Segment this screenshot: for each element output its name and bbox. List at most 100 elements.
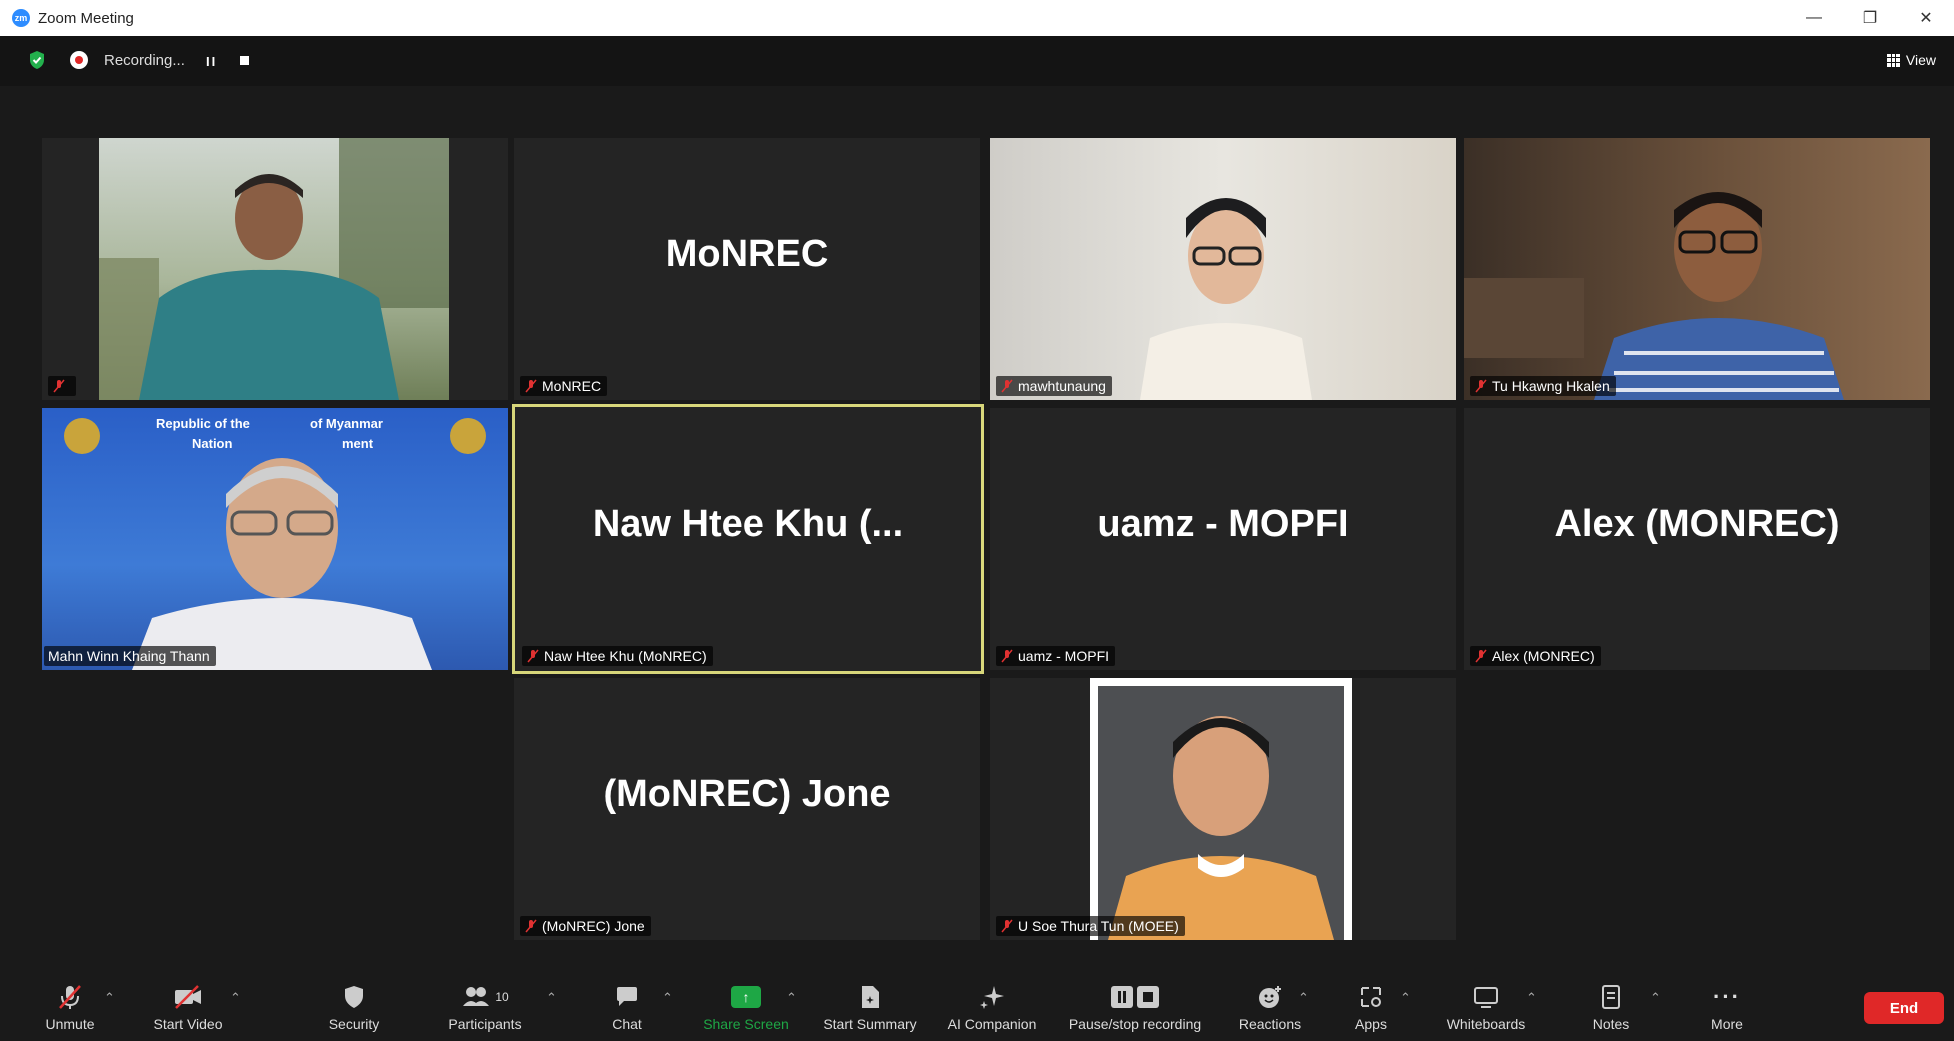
- participant-label-text: mawhtunaung: [1018, 378, 1106, 394]
- more-dots-icon: ···: [1713, 984, 1741, 1009]
- ai-companion-label: AI Companion: [947, 1016, 1037, 1032]
- participant-tile-9[interactable]: (MoNREC) Jone (MoNREC) Jone: [514, 678, 980, 940]
- unmute-label: Unmute: [45, 1016, 95, 1032]
- security-button[interactable]: Security: [322, 982, 386, 1032]
- more-button[interactable]: ··· More: [1702, 982, 1752, 1032]
- reactions-options-chevron-icon[interactable]: ⌃: [1298, 990, 1309, 1006]
- participant-tile-7[interactable]: uamz - MOPFI uamz - MOPFI: [990, 408, 1456, 670]
- chat-button[interactable]: Chat: [600, 982, 654, 1032]
- view-label: View: [1905, 52, 1936, 68]
- summary-document-icon: [859, 982, 881, 1012]
- participant-tile-6[interactable]: Naw Htee Khu (... Naw Htee Khu (MoNREC): [512, 404, 984, 674]
- start-video-label: Start Video: [153, 1016, 223, 1032]
- window-title: Zoom Meeting: [38, 9, 134, 27]
- more-label: More: [1711, 1016, 1743, 1032]
- end-meeting-button[interactable]: End: [1864, 992, 1944, 1024]
- participant-tile-2[interactable]: MoNREC MoNREC: [514, 138, 980, 400]
- grid-view-icon: [1886, 53, 1900, 67]
- start-summary-button[interactable]: Start Summary: [818, 982, 922, 1032]
- start-summary-label: Start Summary: [823, 1016, 917, 1032]
- chat-label: Chat: [612, 1016, 642, 1032]
- recording-status: Recording...: [104, 52, 185, 69]
- stop-recording-icon[interactable]: [240, 56, 249, 65]
- banner-text-line1b: of Myanmar: [310, 416, 383, 431]
- whiteboards-label: Whiteboards: [1446, 1016, 1526, 1032]
- mic-muted-icon: [525, 379, 537, 393]
- zoom-logo-icon: zm: [12, 9, 30, 27]
- participant-label-text: Mahn Winn Khaing Thann: [48, 648, 210, 664]
- participant-tile-8[interactable]: Alex (MONREC) Alex (MONREC): [1464, 408, 1930, 670]
- video-options-chevron-icon[interactable]: ⌃: [230, 990, 241, 1006]
- participant-label: Alex (MONREC): [1470, 646, 1601, 666]
- person-silhouette-icon: [1464, 192, 1844, 400]
- person-silhouette-icon: [99, 138, 449, 400]
- banner-text-line2: Nation: [192, 436, 233, 451]
- recording-indicator-icon: [70, 51, 88, 69]
- share-screen-icon: ↑: [731, 982, 761, 1012]
- notes-options-chevron-icon[interactable]: ⌃: [1650, 990, 1661, 1006]
- notes-button[interactable]: Notes: [1586, 982, 1636, 1032]
- participant-label: U Soe Thura Tun (MOEE): [996, 916, 1185, 936]
- banner-text-line1: Republic of the: [156, 416, 250, 431]
- participant-label-text: uamz - MOPFI: [1018, 648, 1110, 664]
- mic-muted-icon: [525, 919, 537, 933]
- participant-display-name: MoNREC: [665, 232, 829, 275]
- participant-label: Tu Hkawng Hkalen: [1470, 376, 1616, 396]
- participant-label-text: Alex (MONREC): [1492, 648, 1595, 664]
- mic-muted-icon: [1001, 649, 1013, 663]
- participant-tile-5[interactable]: Republic of the of Myanmar Nation ment M…: [42, 408, 508, 670]
- pause-recording-icon[interactable]: II: [206, 54, 217, 69]
- participant-video: [990, 138, 1456, 400]
- video-off-icon: [172, 982, 204, 1012]
- notes-label: Notes: [1592, 1016, 1630, 1032]
- participant-video: [1090, 678, 1352, 940]
- participants-icon: 10: [461, 982, 509, 1012]
- participant-video: [1464, 138, 1930, 400]
- restore-button[interactable]: ❐: [1842, 0, 1898, 36]
- person-silhouette-icon: [1140, 198, 1312, 400]
- close-button[interactable]: ✕: [1898, 0, 1954, 36]
- window-titlebar: zm Zoom Meeting — ❐ ✕: [0, 0, 1954, 36]
- ai-companion-button[interactable]: AI Companion: [942, 982, 1042, 1032]
- unmute-button[interactable]: Unmute: [38, 982, 102, 1032]
- participant-tile-4[interactable]: Tu Hkawng Hkalen: [1464, 138, 1930, 400]
- participant-display-name: uamz - MOPFI: [1097, 502, 1349, 545]
- apps-options-chevron-icon[interactable]: ⌃: [1400, 990, 1411, 1006]
- minimize-button[interactable]: —: [1786, 0, 1842, 36]
- window-controls: — ❐ ✕: [1786, 0, 1954, 36]
- participant-label-text: Naw Htee Khu (MoNREC): [544, 648, 707, 664]
- participant-tile-3[interactable]: mawhtunaung: [990, 138, 1456, 400]
- participant-display-name: Naw Htee Khu (...: [592, 502, 904, 545]
- participant-display-name: (MoNREC) Jone: [603, 772, 891, 815]
- pause-stop-icon: [1110, 982, 1160, 1012]
- participants-options-chevron-icon[interactable]: ⌃: [546, 990, 557, 1006]
- share-screen-button[interactable]: ↑ Share Screen: [700, 982, 792, 1032]
- encryption-shield-icon[interactable]: [28, 50, 46, 70]
- security-label: Security: [328, 1016, 380, 1032]
- chat-options-chevron-icon[interactable]: ⌃: [662, 990, 673, 1006]
- apps-button[interactable]: Apps: [1346, 982, 1396, 1032]
- share-screen-label: Share Screen: [703, 1016, 789, 1032]
- participant-video: Republic of the of Myanmar Nation ment: [42, 408, 508, 670]
- reactions-button[interactable]: Reactions: [1234, 982, 1306, 1032]
- participant-tile-10[interactable]: U Soe Thura Tun (MOEE): [990, 678, 1456, 940]
- start-video-button[interactable]: Start Video: [146, 982, 230, 1032]
- reactions-smiley-icon: [1257, 982, 1283, 1012]
- mic-muted-icon: [1475, 649, 1487, 663]
- participants-label: Participants: [448, 1016, 522, 1032]
- mic-muted-icon: [1001, 379, 1013, 393]
- participant-tile-1[interactable]: [42, 138, 508, 400]
- participant-label: [48, 376, 76, 396]
- participants-button[interactable]: 10 Participants: [442, 982, 528, 1032]
- person-silhouette-icon: [1108, 716, 1334, 940]
- audio-options-chevron-icon[interactable]: ⌃: [104, 990, 115, 1006]
- pause-stop-recording-button[interactable]: Pause/stop recording: [1060, 982, 1210, 1032]
- person-silhouette-icon: [64, 418, 486, 670]
- share-options-chevron-icon[interactable]: ⌃: [786, 990, 797, 1006]
- participants-count: 10: [495, 990, 509, 1004]
- whiteboards-options-chevron-icon[interactable]: ⌃: [1526, 990, 1537, 1006]
- view-button[interactable]: View: [1886, 52, 1936, 68]
- mic-muted-icon: [53, 379, 65, 393]
- participant-label: uamz - MOPFI: [996, 646, 1116, 666]
- whiteboards-button[interactable]: Whiteboards: [1438, 982, 1534, 1032]
